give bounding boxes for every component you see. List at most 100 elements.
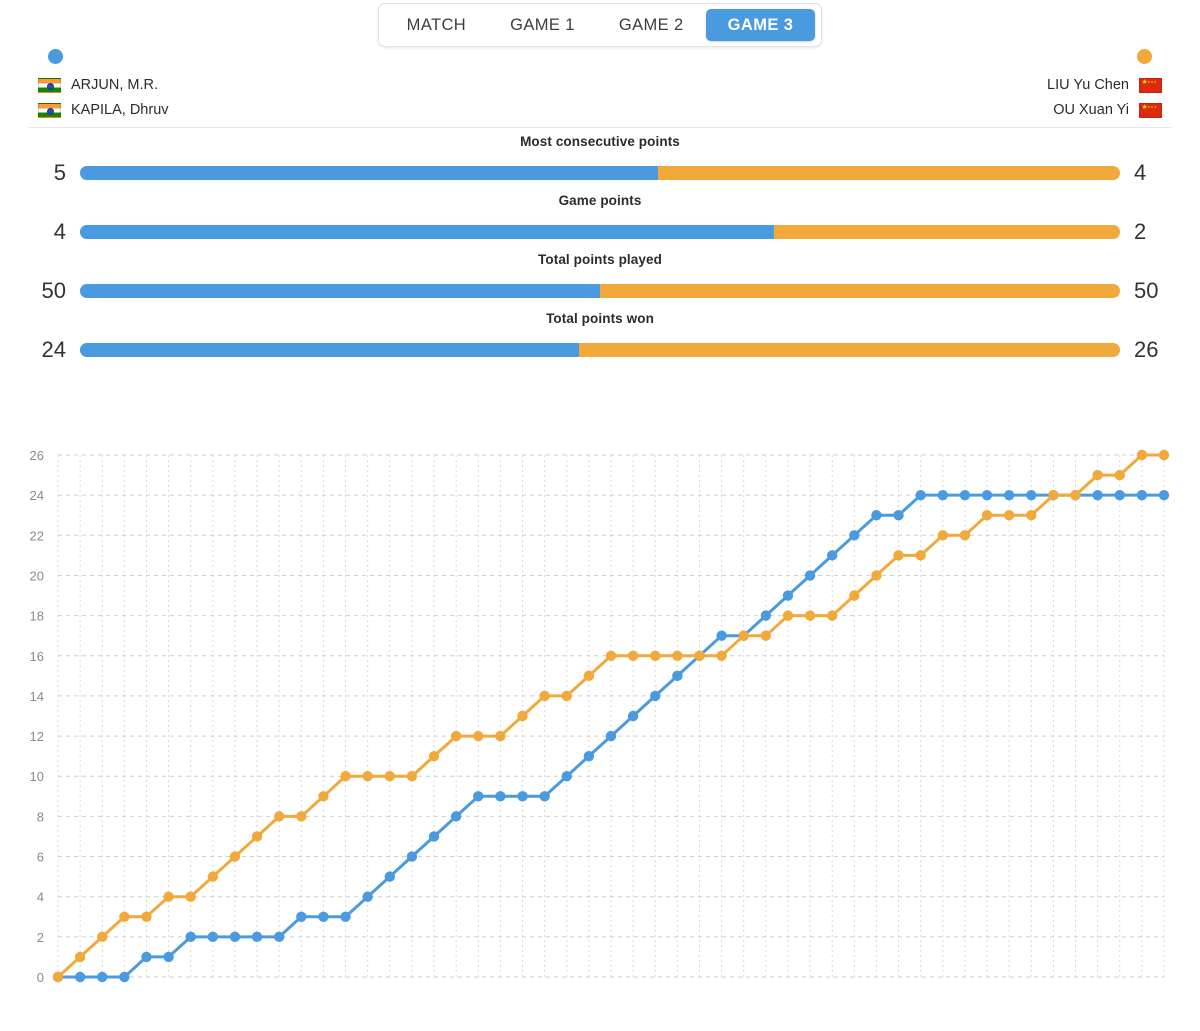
y-axis-tick-label: 20 — [30, 568, 44, 583]
data-point — [74, 951, 86, 963]
data-point — [937, 489, 948, 501]
team-left-color-dot — [48, 49, 63, 64]
data-point — [1158, 489, 1170, 501]
stat-label: Most consecutive points — [520, 134, 680, 149]
data-point — [672, 650, 683, 661]
data-point — [893, 510, 904, 521]
data-point — [694, 650, 705, 661]
y-axis-tick-label: 18 — [30, 609, 44, 624]
stat-total-points-won: Total points won 24 26 — [28, 311, 1172, 365]
tab-game-2[interactable]: GAME 2 — [597, 9, 706, 42]
data-point — [450, 811, 462, 822]
player-left-1: ARJUN, M.R. — [38, 73, 158, 98]
data-point — [1092, 489, 1103, 501]
data-point — [605, 650, 617, 661]
data-point — [473, 730, 484, 742]
stat-bar — [80, 224, 1120, 239]
data-point — [495, 730, 506, 742]
player-left-2-name: KAPILA, Dhruv — [71, 102, 169, 118]
y-axis-tick-label: 0 — [37, 970, 44, 985]
india-flag-icon — [38, 78, 61, 93]
data-point — [738, 630, 749, 641]
data-point — [362, 771, 373, 782]
data-point — [274, 931, 285, 943]
stat-bar-left-fill — [80, 165, 659, 180]
tab-game-3[interactable]: GAME 3 — [705, 8, 816, 42]
china-flag-icon — [1139, 103, 1162, 118]
data-point — [251, 931, 263, 943]
data-point — [517, 791, 528, 802]
data-point — [782, 610, 794, 621]
data-point — [163, 891, 174, 902]
data-point — [450, 730, 462, 742]
india-flag-icon — [38, 103, 61, 118]
data-point — [119, 971, 130, 983]
stat-value-right: 50 — [1134, 277, 1159, 303]
data-point — [871, 510, 882, 521]
player-right-2-name: OU Xuan Yi — [1053, 102, 1129, 118]
data-point — [1158, 449, 1170, 461]
data-point — [428, 750, 440, 762]
tab-game-1[interactable]: GAME 1 — [488, 9, 597, 42]
data-point — [318, 791, 329, 802]
y-axis-tick-label: 12 — [30, 729, 44, 744]
tab-match[interactable]: MATCH — [385, 9, 488, 42]
tab-bar-container: MATCH GAME 1 GAME 2 GAME 3 — [0, 0, 1200, 47]
data-point — [1003, 489, 1015, 501]
data-point — [1048, 489, 1059, 501]
stat-label: Total points played — [538, 252, 662, 267]
data-point — [1003, 510, 1015, 521]
data-point — [141, 911, 152, 922]
data-point — [207, 871, 219, 882]
china-flag-icon — [1139, 78, 1162, 93]
data-point — [384, 871, 395, 882]
data-point — [583, 670, 595, 682]
tab-bar: MATCH GAME 1 GAME 2 GAME 3 — [377, 3, 823, 47]
data-point — [318, 911, 329, 922]
data-point — [561, 771, 572, 782]
data-point — [893, 550, 904, 561]
y-axis-tick-label: 8 — [37, 809, 44, 824]
data-point — [185, 891, 196, 902]
data-point — [981, 489, 993, 501]
player-left-2: KAPILA, Dhruv — [38, 98, 169, 123]
data-point — [340, 911, 351, 922]
stat-value-right: 4 — [1134, 159, 1147, 185]
stat-value-left: 50 — [41, 277, 66, 303]
data-point — [672, 670, 683, 682]
data-point — [251, 831, 263, 842]
data-point — [760, 630, 772, 641]
data-point — [627, 650, 639, 661]
stat-bar — [80, 165, 1120, 180]
data-point — [495, 791, 506, 802]
stat-row: 5 4 — [28, 157, 1172, 188]
data-point — [1070, 489, 1081, 501]
data-point — [1026, 510, 1037, 521]
stat-row: 4 2 — [28, 216, 1172, 247]
data-point — [97, 931, 108, 943]
data-point — [296, 911, 307, 922]
data-point — [937, 530, 948, 541]
y-axis-tick-label: 2 — [37, 930, 44, 945]
stat-bar-left-fill — [80, 342, 580, 357]
y-axis-tick-label: 16 — [30, 649, 44, 664]
data-point — [605, 730, 617, 742]
data-point — [1026, 489, 1037, 501]
score-progression-svg: 02468101214161820222426 — [30, 448, 1170, 985]
y-axis-tick-label: 26 — [30, 448, 44, 463]
y-axis-tick-label: 14 — [30, 689, 44, 704]
stat-bar-left-fill — [80, 283, 600, 298]
data-point — [959, 489, 971, 501]
data-point — [849, 590, 860, 601]
data-point — [340, 771, 351, 782]
team-left: ARJUN, M.R. KAPILA, Dhruv — [38, 49, 169, 123]
player-left-1-name: ARJUN, M.R. — [71, 77, 158, 93]
data-point — [1114, 489, 1125, 501]
data-point — [650, 650, 661, 661]
data-point — [849, 530, 860, 541]
data-point — [97, 971, 108, 983]
data-point — [539, 690, 550, 702]
data-point — [74, 971, 86, 983]
data-point — [716, 630, 727, 641]
stat-value-left: 4 — [53, 218, 66, 244]
